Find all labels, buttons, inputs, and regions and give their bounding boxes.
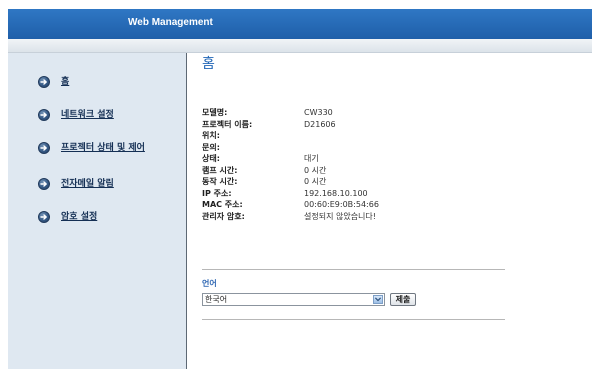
page-title: 홈 <box>202 56 215 72</box>
info-row: 문의: <box>202 142 502 154</box>
info-row: 동작 시간: 0 시간 <box>202 176 502 188</box>
ip-address-label: IP 주소: <box>202 188 232 198</box>
sidebar-item-home[interactable]: 홈 <box>38 75 69 89</box>
top-header: Web Management <box>8 9 592 39</box>
sidebar-item-label: 프로젝터 상태 및 제어 <box>61 143 145 153</box>
header-title: Web Management <box>128 17 213 28</box>
status-value: 대기 <box>304 154 319 163</box>
sidebar: 홈 네트워크 설정 프로젝터 상태 및 제어 전자메일 알림 암호 설정 <box>8 53 187 369</box>
language-section-bottom-divider <box>202 319 505 320</box>
mac-address-value: 00:60:E9:0B:54:66 <box>304 200 379 209</box>
projector-name-value: D21606 <box>304 119 336 129</box>
projector-name-label: 프로젝터 이름: <box>202 119 253 129</box>
sidebar-item-label: 전자메일 알림 <box>61 179 114 189</box>
lamp-hours-value: 0 시간 <box>304 165 327 175</box>
model-name-value: CW330 <box>304 108 333 117</box>
main-content: 홈 모델명: CW330 프로젝터 이름: D21606 위치: 문의: 상태:… <box>187 53 592 369</box>
operation-hours-label: 동작 시간: <box>202 177 238 186</box>
model-name-label: 모델명: <box>202 108 228 117</box>
sidebar-item-password-settings[interactable]: 암호 설정 <box>38 210 97 224</box>
mac-address-label: MAC 주소: <box>202 200 243 209</box>
admin-password-label: 관리자 암호: <box>202 211 245 221</box>
sidebar-item-label: 암호 설정 <box>61 212 98 222</box>
sidebar-item-network-settings[interactable]: 네트워크 설정 <box>38 108 114 122</box>
header-subbar <box>8 39 592 53</box>
web-management-page: Web Management 홈 네트워크 설정 프로젝터 상태 및 제어 전자… <box>0 0 592 369</box>
sidebar-item-label: 네트워크 설정 <box>61 110 114 120</box>
submit-button[interactable]: 제출 <box>390 293 416 306</box>
info-row: 램프 시간: 0 시간 <box>202 165 502 177</box>
sidebar-item-email-alerts[interactable]: 전자메일 알림 <box>38 177 114 191</box>
ip-address-value: 192.168.10.100 <box>304 188 368 198</box>
contact-label: 문의: <box>202 142 220 152</box>
arrow-right-icon <box>38 76 50 88</box>
admin-password-value: 설정되지 않았습니다! <box>304 211 376 221</box>
info-row: 프로젝터 이름: D21606 <box>202 119 502 131</box>
language-select[interactable]: 한국어 <box>202 293 385 306</box>
arrow-right-icon <box>38 178 50 190</box>
arrow-right-icon <box>38 142 50 154</box>
location-label: 위치: <box>202 131 220 140</box>
info-row: 상태: 대기 <box>202 153 502 165</box>
projector-info-table: 모델명: CW330 프로젝터 이름: D21606 위치: 문의: 상태: 대… <box>202 107 502 222</box>
info-row: 위치: <box>202 130 502 142</box>
lamp-hours-label: 램프 시간: <box>202 165 238 175</box>
info-row: MAC 주소: 00:60:E9:0B:54:66 <box>202 199 502 211</box>
operation-hours-value: 0 시간 <box>304 177 327 186</box>
language-section-title: 언어 <box>202 279 217 288</box>
info-row: 관리자 암호: 설정되지 않았습니다! <box>202 211 502 223</box>
info-row: 모델명: CW330 <box>202 107 502 119</box>
sidebar-item-projector-status-control[interactable]: 프로젝터 상태 및 제어 <box>38 141 145 155</box>
status-label: 상태: <box>202 154 220 163</box>
chevron-down-icon[interactable] <box>373 295 383 304</box>
language-selected-value: 한국어 <box>205 295 228 304</box>
arrow-right-icon <box>38 109 50 121</box>
info-row: IP 주소: 192.168.10.100 <box>202 188 502 200</box>
language-section-top-divider <box>202 269 505 270</box>
sidebar-item-label: 홈 <box>61 77 70 87</box>
arrow-right-icon <box>38 211 50 223</box>
